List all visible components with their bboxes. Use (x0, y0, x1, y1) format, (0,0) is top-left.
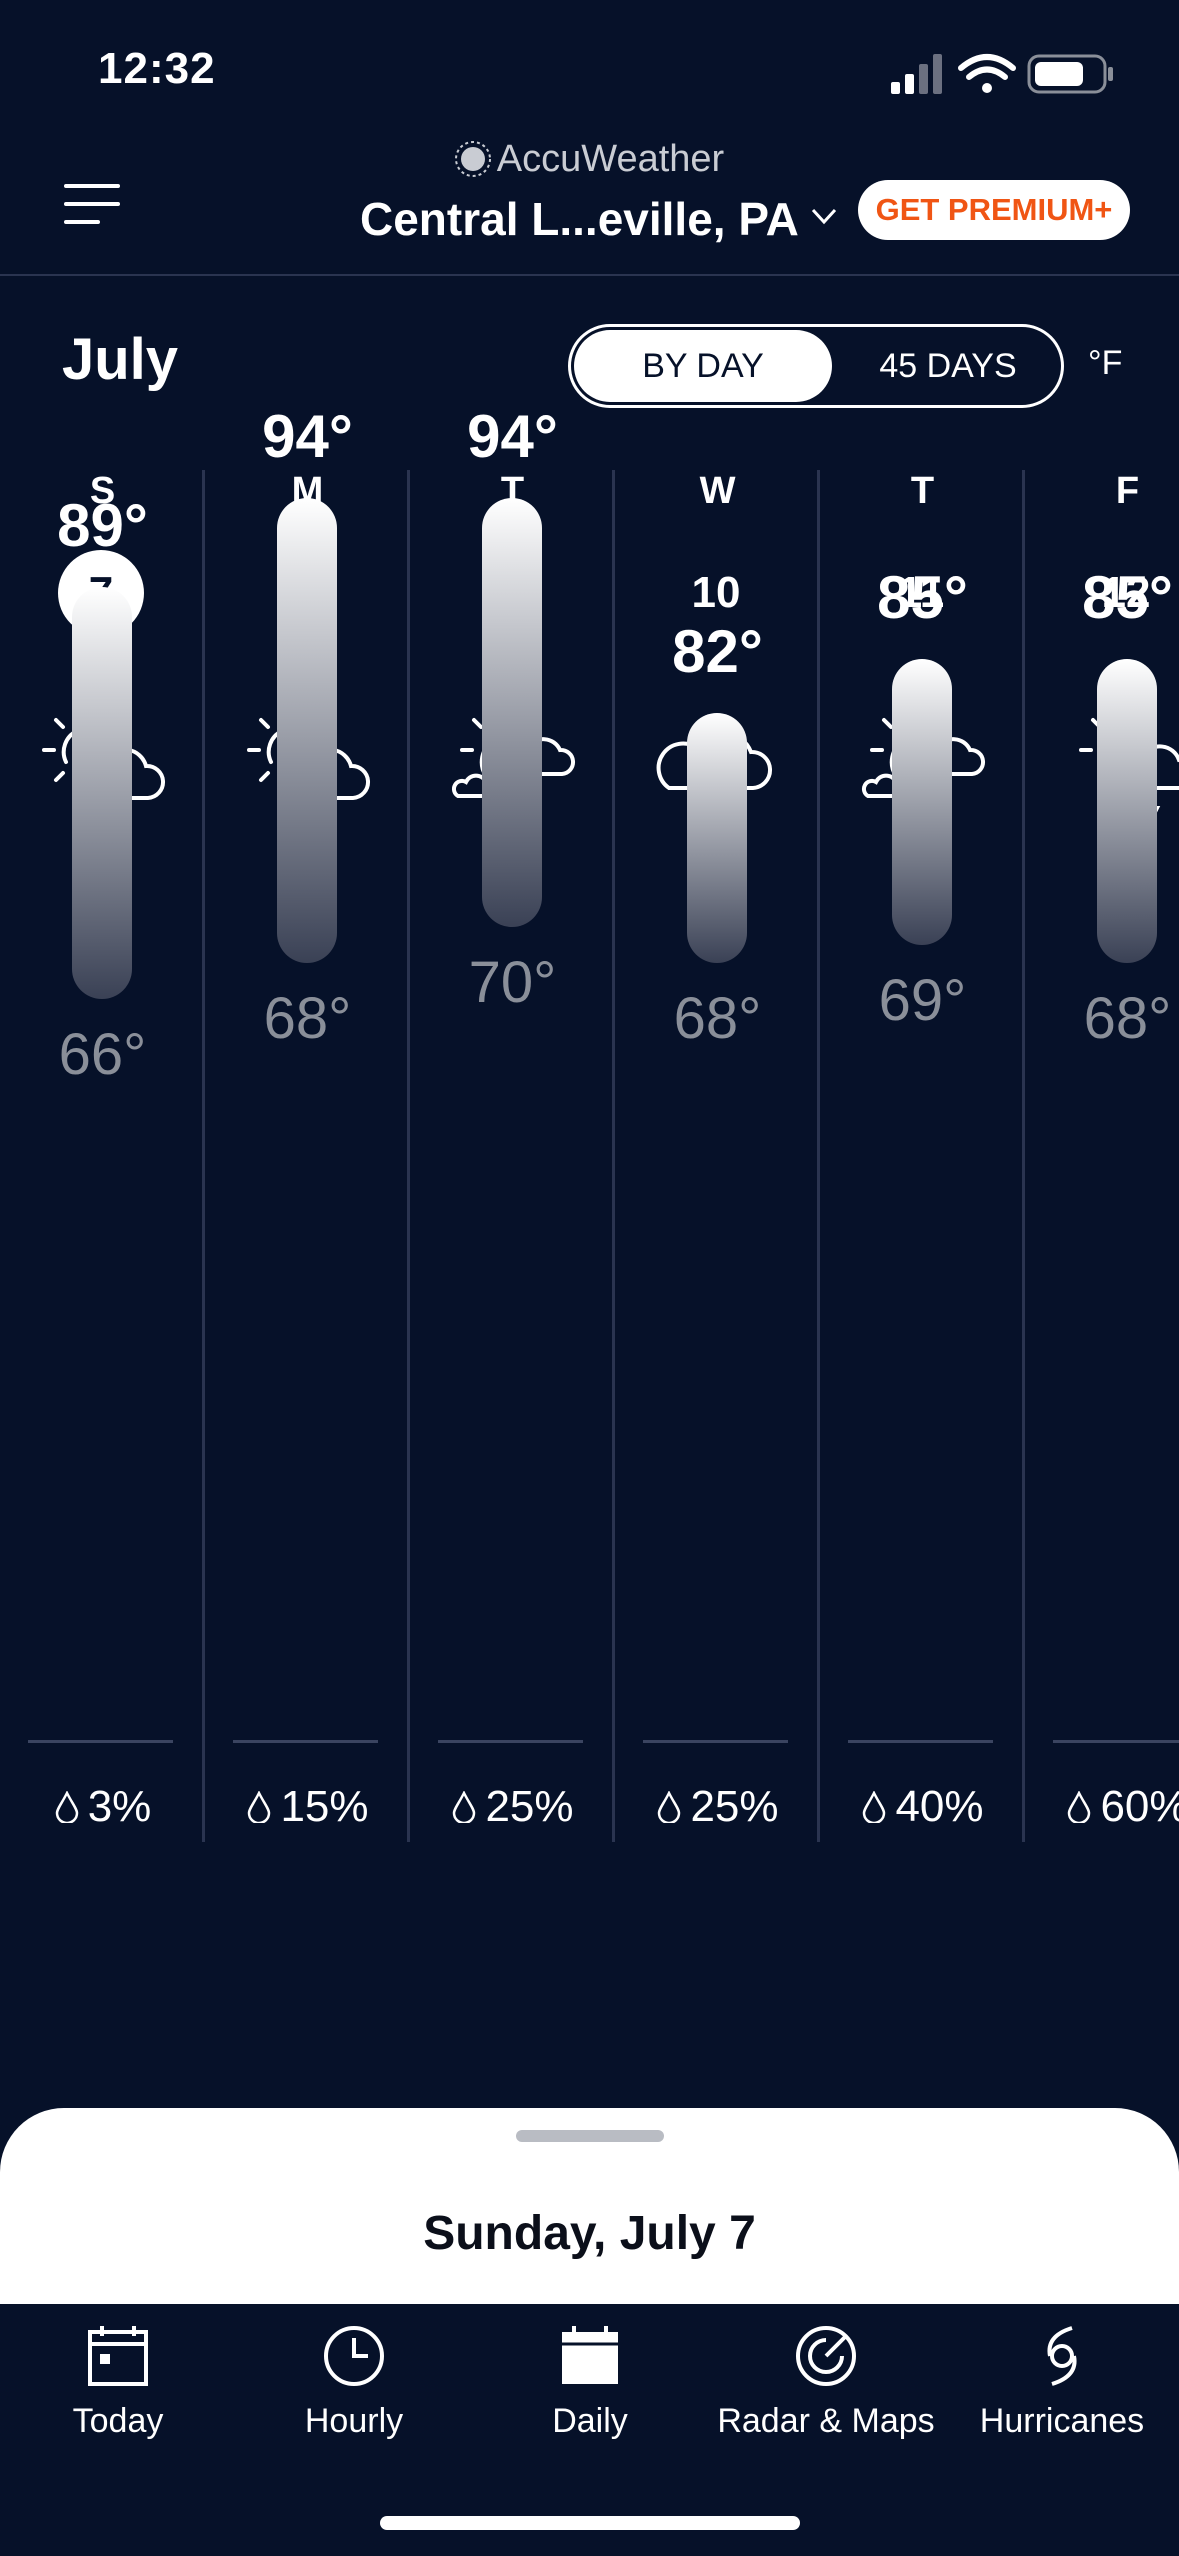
get-premium-button[interactable]: GET PREMIUM+ (858, 180, 1130, 240)
chevron-down-icon (811, 208, 836, 225)
precip-value: 25% (485, 1782, 574, 1831)
brand-logo: AccuWeather (0, 138, 1179, 181)
temp-range-bar (277, 498, 337, 963)
temp-range-bar (687, 712, 747, 963)
low-temp: 68° (1083, 985, 1172, 1051)
day-column[interactable]: S789°66°3% (0, 470, 205, 1842)
location-selector[interactable]: Central L...eville, PA (360, 192, 839, 246)
nav-daily[interactable]: Daily (472, 2322, 708, 2441)
column-rule (28, 1740, 173, 1743)
header-divider (0, 274, 1179, 276)
raindrop-icon (1068, 1790, 1091, 1825)
column-rule (438, 1740, 583, 1743)
high-temp: 85° (877, 563, 968, 631)
precip-chance: 15% (205, 1782, 410, 1832)
month-label: July (62, 327, 179, 392)
low-temp: 66° (58, 1021, 147, 1087)
sun-logo-icon (454, 141, 491, 177)
temp-range-bar (892, 658, 952, 945)
raindrop-icon (453, 1790, 476, 1825)
view-toggle: BY DAY 45 DAYS (568, 324, 1064, 408)
45-days-tab[interactable]: 45 DAYS (835, 330, 1061, 402)
signal-icon (891, 54, 942, 94)
temp-range-bar (1097, 658, 1157, 963)
status-icons (891, 54, 1113, 94)
precip-value: 60% (1100, 1782, 1179, 1831)
nav-radar-maps[interactable]: Radar & Maps (708, 2322, 944, 2441)
sheet-handle[interactable] (516, 2130, 664, 2142)
precip-value: 3% (87, 1782, 152, 1831)
low-temp: 68° (263, 985, 352, 1051)
precip-value: 15% (280, 1782, 369, 1831)
day-column[interactable]: T 11 85° 69° 40% (820, 470, 1025, 1842)
precip-value: 40% (895, 1782, 984, 1831)
location-name: Central L...eville, PA (360, 193, 799, 245)
precip-value: 25% (690, 1782, 779, 1831)
day-column[interactable]: F1285°68°60% (1025, 470, 1179, 1842)
temp-range-bar (482, 498, 542, 927)
nav-label-hourly: Hourly (304, 2402, 404, 2440)
raindrop-icon (863, 1790, 886, 1825)
day-column[interactable]: T994°70°25% (410, 403, 615, 1842)
low-temp: 68° (673, 985, 762, 1051)
high-temp: 94° (262, 403, 353, 470)
nav-hourly[interactable]: Hourly (236, 2322, 472, 2441)
high-temp: 82° (672, 617, 763, 685)
precip-chance: 3% (0, 1782, 205, 1832)
day-of-week: T (910, 470, 935, 512)
raindrop-icon (55, 1790, 78, 1825)
day-column[interactable]: W 10 82° 68° 25% (615, 470, 820, 1842)
battery-icon (1027, 54, 1113, 94)
calendar-today-icon (88, 2326, 148, 2386)
day-of-week: W (699, 470, 736, 512)
low-temp: 69° (878, 967, 967, 1033)
nav-label-today: Today (72, 2402, 164, 2440)
nav-label-radar-maps: Radar & Maps (717, 2402, 935, 2440)
high-temp: 89° (57, 492, 148, 560)
nav-today[interactable]: Today (0, 2322, 236, 2441)
high-temp: 94° (467, 403, 558, 470)
precip-chance: 25% (615, 1782, 820, 1832)
calendar-icon (562, 2326, 618, 2384)
precip-chance: 40% (820, 1782, 1025, 1832)
temp-range-bar (72, 587, 132, 999)
raindrop-icon (658, 1790, 681, 1825)
column-rule (643, 1740, 788, 1743)
precip-chance: 60% (1025, 1782, 1179, 1832)
clock-icon (324, 2326, 384, 2386)
hurricane-icon (1047, 2326, 1077, 2386)
high-temp: 85° (1082, 563, 1173, 631)
nav-hurricanes[interactable]: Hurricanes (944, 2322, 1179, 2441)
day-column[interactable]: M894°68°15% (205, 403, 410, 1842)
day-of-week: F (1115, 470, 1140, 512)
unit-label[interactable]: °F (1088, 344, 1122, 383)
menu-button[interactable] (64, 184, 120, 228)
radar-icon (796, 2326, 856, 2386)
status-time: 12:32 (98, 44, 216, 93)
precip-chance: 25% (410, 1782, 615, 1832)
home-indicator[interactable] (380, 2516, 800, 2530)
brand-name: AccuWeather (496, 138, 725, 180)
column-rule (1053, 1740, 1179, 1743)
column-rule (848, 1740, 993, 1743)
raindrop-icon (248, 1790, 271, 1825)
low-temp: 70° (468, 950, 557, 1015)
column-rule (233, 1740, 378, 1743)
nav-label-hurricanes: Hurricanes (979, 2402, 1145, 2440)
nav-label-daily: Daily (552, 2402, 628, 2440)
by-day-tab[interactable]: BY DAY (574, 330, 832, 402)
sheet-title: Sunday, July 7 (423, 2207, 756, 2260)
wifi-icon (958, 54, 1016, 93)
